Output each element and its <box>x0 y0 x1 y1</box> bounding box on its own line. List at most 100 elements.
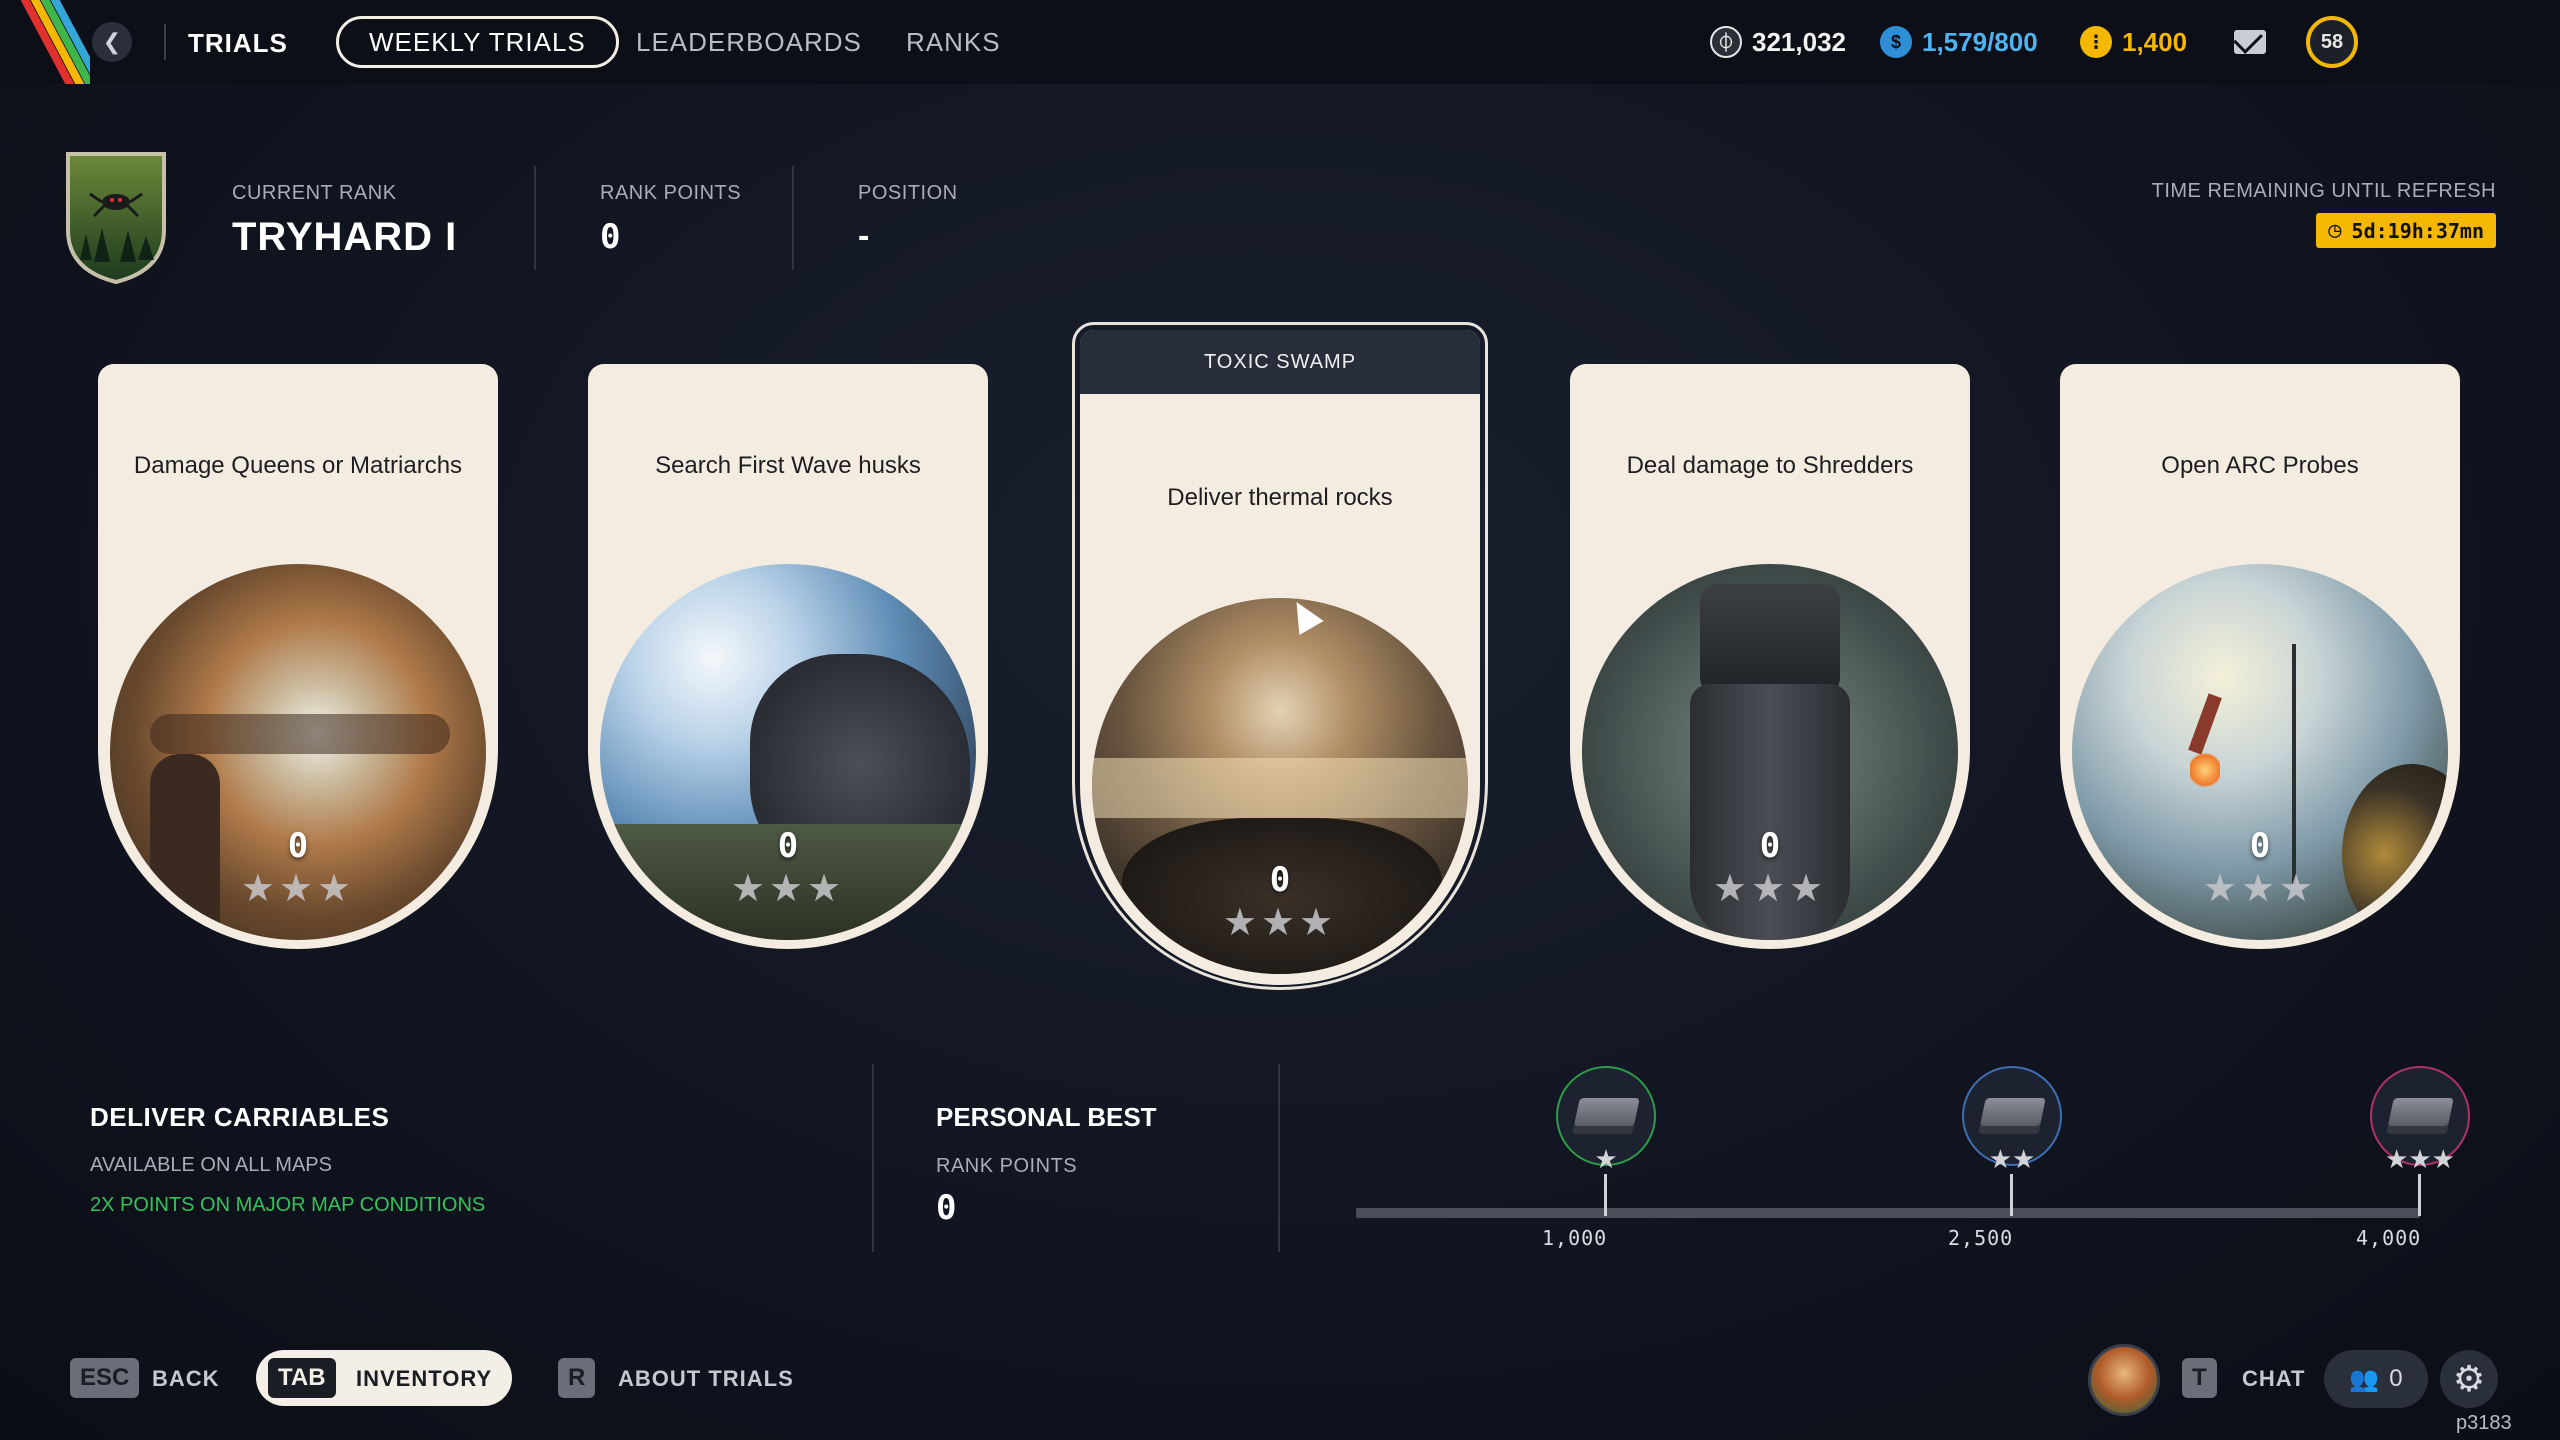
trial-title: Open ARC Probes <box>2161 452 2359 479</box>
rank-points-value: 0 <box>600 217 621 257</box>
gear-icon: ⚙ <box>2452 1358 2486 1399</box>
trial-score: 0 <box>1759 826 1781 866</box>
trial-card-queens[interactable]: Damage Queens or Matriarchs 0 ★★★ <box>98 364 498 949</box>
trial-score: 0 <box>777 826 799 866</box>
header-divider <box>792 166 794 270</box>
chevron-left-icon: ❮ <box>102 29 122 54</box>
refresh-timer: ◷ 5d:19h:37mn <box>2316 213 2496 248</box>
nav-divider <box>164 24 166 60</box>
tab-ranks[interactable]: RANKS <box>876 16 1031 68</box>
position-block: POSITION - <box>858 182 958 256</box>
trial-stars: ★★★ <box>1222 902 1338 944</box>
objective-availability: AVAILABLE ON ALL MAPS <box>90 1154 332 1176</box>
inventory-label: INVENTORY <box>356 1366 493 1391</box>
player-avatar[interactable] <box>2088 1344 2160 1416</box>
milestone-value: 1,000 <box>1542 1226 1608 1250</box>
water-reflection <box>1092 758 1468 818</box>
trial-stars: ★★★ <box>240 868 356 910</box>
trial-card-husks[interactable]: Search First Wave husks 0 ★★★ <box>588 364 988 949</box>
panel-divider <box>1278 1064 1280 1252</box>
trial-stars: ★★★ <box>730 868 846 910</box>
rank-points-block: RANK POINTS 0 <box>600 182 741 257</box>
mail-icon[interactable] <box>2234 30 2266 54</box>
clock-icon: ◷ <box>2328 218 2342 243</box>
queen-silhouette <box>150 714 450 754</box>
settings-button[interactable]: ⚙ <box>2440 1350 2498 1408</box>
header-divider <box>534 166 536 270</box>
milestone-stars: ★ <box>1594 1144 1618 1174</box>
milestone-tick <box>2010 1174 2013 1216</box>
credits-icon: ⏀ <box>1710 26 1742 58</box>
refresh-timer-value: 5d:19h:37mn <box>2351 218 2484 243</box>
refresh-timer-block: TIME REMAINING UNTIL REFRESH ◷ 5d:19h:37… <box>2152 180 2496 248</box>
current-rank-value: TRYHARD I <box>232 215 458 259</box>
coins-value: 1,400 <box>2122 26 2188 57</box>
personal-best-title: PERSONAL BEST <box>936 1102 1157 1132</box>
weekly-token-icon: $ <box>1880 26 1912 58</box>
objective-bonus: 2X POINTS ON MAJOR MAP CONDITIONS <box>90 1194 486 1216</box>
rank-badge <box>64 150 168 286</box>
rocket-flame <box>2190 750 2220 790</box>
credits-counter: ⏀ 321,032 <box>1710 24 1846 60</box>
shredder-head <box>1700 584 1840 694</box>
friends-count: 0 <box>2389 1365 2403 1392</box>
trial-card-thermal-rocks[interactable]: TOXIC SWAMP Deliver thermal rocks 0 ★★★ <box>1080 330 1480 985</box>
crate-icon <box>2386 1098 2454 1134</box>
credits-value: 321,032 <box>1752 26 1846 57</box>
about-trials-button[interactable]: ABOUT TRIALS <box>618 1366 794 1392</box>
progress-track <box>1356 1208 2420 1218</box>
friends-button[interactable]: 👥 0 <box>2324 1350 2428 1408</box>
weekly-currency-value: 1,579/800 <box>1922 26 2038 57</box>
trial-card-shredders[interactable]: Deal damage to Shredders 0 ★★★ <box>1570 364 1970 949</box>
weekly-currency-counter: $ 1,579/800 <box>1880 24 2038 60</box>
personal-best-label: RANK POINTS <box>936 1155 1078 1177</box>
back-arrow-button[interactable]: ❮ <box>92 22 132 62</box>
tab-leaderboards[interactable]: LEADERBOARDS <box>606 16 892 68</box>
coin-icon: ⋮ <box>2080 26 2112 58</box>
position-label: POSITION <box>858 182 958 204</box>
trial-score: 0 <box>287 826 309 866</box>
trial-title: Deliver thermal rocks <box>1167 484 1393 511</box>
coins-counter: ⋮ 1,400 <box>2080 24 2187 60</box>
tab-key-hint: TAB <box>268 1358 336 1398</box>
milestone-tick <box>1604 1174 1607 1216</box>
esc-key-hint[interactable]: ESC <box>70 1358 140 1398</box>
milestone-stars: ★★★ <box>2385 1144 2455 1174</box>
milestone-value: 4,000 <box>2356 1226 2422 1250</box>
back-button[interactable]: BACK <box>152 1366 220 1392</box>
current-rank-block: CURRENT RANK TRYHARD I <box>232 182 457 260</box>
trial-score: 0 <box>2249 826 2271 866</box>
rocket-shape <box>2188 693 2222 755</box>
trial-stars: ★★★ <box>1712 868 1828 910</box>
people-icon: 👥 <box>2349 1365 2380 1393</box>
trial-title: Damage Queens or Matriarchs <box>133 452 463 479</box>
crate-icon <box>1572 1098 1640 1134</box>
trial-title: Deal damage to Shredders <box>1626 452 1914 479</box>
personal-best-value: 0 <box>936 1188 957 1228</box>
trial-stars: ★★★ <box>2202 868 2318 910</box>
trial-card-arc-probes[interactable]: Open ARC Probes 0 ★★★ <box>2060 364 2460 949</box>
trial-score: 0 <box>1269 860 1291 900</box>
trial-title: Search First Wave husks <box>655 452 921 479</box>
rank-points-label: RANK POINTS <box>600 182 742 204</box>
current-rank-label: CURRENT RANK <box>232 182 397 204</box>
chat-button[interactable]: CHAT <box>2242 1366 2305 1392</box>
nav-title: TRIALS <box>188 28 288 58</box>
crate-icon <box>1978 1098 2046 1134</box>
milestone-stars: ★★ <box>1988 1144 2036 1174</box>
brand-stripe <box>0 0 90 84</box>
panel-divider <box>872 1064 874 1252</box>
milestone-tick <box>2418 1174 2421 1216</box>
map-condition-header: TOXIC SWAMP <box>1080 330 1480 394</box>
r-key-hint[interactable]: R <box>558 1358 596 1398</box>
build-id: p3183 <box>2456 1412 2512 1434</box>
t-key-hint[interactable]: T <box>2182 1358 2217 1398</box>
milestone-value: 2,500 <box>1948 1226 2014 1250</box>
refresh-label: TIME REMAINING UNTIL REFRESH <box>2151 180 2496 202</box>
position-value: - <box>858 217 870 255</box>
personal-best-block: PERSONAL BEST RANK POINTS 0 <box>936 1102 1157 1228</box>
objective-title: DELIVER CARRIABLES <box>90 1102 390 1132</box>
player-level-badge[interactable]: 58 <box>2306 16 2358 68</box>
tab-weekly-trials[interactable]: WEEKLY TRIALS <box>336 16 619 68</box>
top-bar: ❮ TRIALS WEEKLY TRIALS LEADERBOARDS RANK… <box>0 0 2560 84</box>
